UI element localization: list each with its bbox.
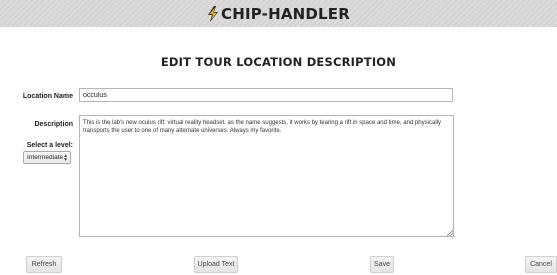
resize-grip-icon[interactable] [447, 230, 453, 236]
location-name-label: Location Name [22, 93, 73, 100]
refresh-button[interactable]: Refresh [26, 256, 62, 273]
location-name-input[interactable] [79, 88, 453, 102]
app-header: CHIP-HANDLER [0, 0, 557, 27]
save-button[interactable]: Save [370, 256, 394, 273]
brand-logo[interactable]: CHIP-HANDLER [207, 5, 350, 23]
lightning-bolt-icon [207, 5, 218, 22]
cancel-button[interactable]: Cancel [525, 256, 557, 273]
level-select[interactable]: Intermediate ▲ ▼ [23, 151, 71, 164]
upload-text-button[interactable]: Upload Text [194, 256, 238, 273]
description-label: Description [34, 121, 73, 128]
level-select-value: Intermediate [27, 154, 64, 161]
brand-name: CHIP-HANDLER [220, 4, 351, 23]
page-title: EDIT TOUR LOCATION DESCRIPTION [160, 55, 397, 69]
level-label: Select a level: [26, 142, 73, 149]
updown-arrows-icon: ▲ ▼ [63, 152, 69, 163]
description-textarea[interactable]: This is the lab's new oculus rift: virtu… [79, 115, 454, 237]
